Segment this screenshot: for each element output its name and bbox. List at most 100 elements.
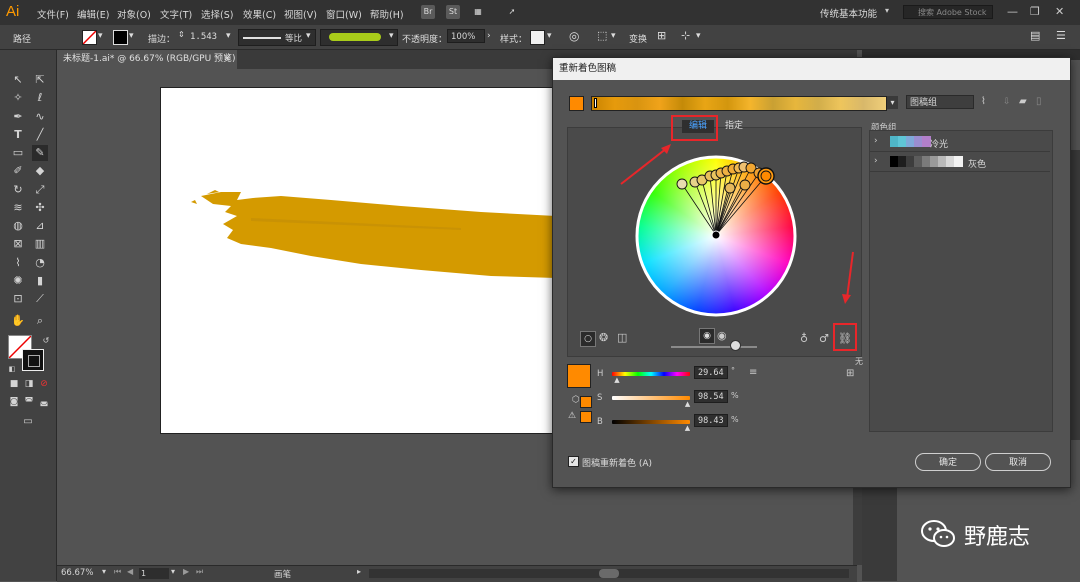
arrange-icon[interactable]: ⊹ [681, 29, 690, 42]
chevron-down-icon[interactable]: ▾ [389, 31, 394, 41]
tab-assign[interactable]: 指定 [718, 120, 750, 133]
hue-slider-thumb[interactable]: ▲ [614, 376, 619, 384]
curvature-tool-icon[interactable]: ∿ [32, 109, 48, 125]
mesh-tool-icon[interactable]: ⊠ [10, 236, 26, 252]
direct-selection-tool-icon[interactable]: ⇱ [32, 72, 48, 88]
brightness-value-field[interactable]: 98.43 [694, 414, 728, 427]
show-saturation-icon[interactable]: ◉ [699, 328, 715, 344]
paintbrush-tool-icon[interactable]: ✎ [32, 145, 48, 161]
arrange-documents-icon[interactable]: ▦ [471, 5, 485, 19]
perspective-grid-tool-icon[interactable]: ⊿ [32, 218, 48, 234]
bridge-icon[interactable]: Br [421, 5, 435, 19]
screen-mode-icon[interactable]: ▭ [20, 414, 36, 430]
stepper-icon[interactable]: ⇕ [178, 30, 185, 39]
magic-wand-tool-icon[interactable]: ✧ [10, 90, 26, 106]
restore-icon[interactable]: ❐ [1030, 5, 1040, 18]
chevron-right-icon[interactable]: › [874, 156, 878, 166]
artboard-tool-icon[interactable]: ⊡ [10, 291, 26, 307]
width-tool-icon[interactable]: ≋ [10, 200, 26, 216]
lasso-tool-icon[interactable]: ℓ [32, 90, 48, 106]
selection-tool-icon[interactable]: ↖ [10, 72, 26, 88]
menu-view[interactable]: 视图(V) [284, 7, 317, 21]
opacity-label[interactable]: 不透明度： [402, 32, 447, 45]
color-mode-menu-icon[interactable]: ⊞ [846, 368, 854, 379]
segmented-wheel-icon[interactable]: ❂ [599, 331, 608, 344]
zoom-level[interactable]: 66.67% [61, 568, 93, 578]
chevron-down-icon[interactable]: ▾ [547, 31, 552, 41]
slider-menu-icon[interactable]: ≡ [749, 367, 757, 378]
base-color-swatch[interactable] [569, 96, 584, 111]
color-mode-icon[interactable]: ■ [6, 376, 22, 392]
horizontal-scrollbar[interactable] [369, 569, 849, 578]
menu-type[interactable]: 文字(T) [160, 7, 192, 21]
menu-select[interactable]: 选择(S) [201, 7, 233, 21]
cancel-button[interactable]: 取消 [985, 453, 1051, 471]
swap-colors-icon[interactable]: ↺ [38, 333, 54, 349]
menu-object[interactable]: 对象(O) [117, 7, 151, 21]
panel-menu-icon[interactable]: ☰ [1056, 29, 1066, 42]
stock-icon[interactable]: St [446, 5, 460, 19]
scale-tool-icon[interactable]: ⤢ [32, 182, 48, 198]
stroke-weight-field[interactable]: 1.543 [190, 32, 217, 42]
recolor-artwork-checkbox[interactable]: ✓ [568, 456, 579, 467]
smooth-wheel-icon[interactable]: ○ [580, 331, 596, 347]
eyedropper-tool-icon[interactable]: ⌇ [10, 255, 26, 271]
transform-link[interactable]: 变换 [629, 32, 647, 45]
stock-search-input[interactable]: 搜索 Adobe Stock [903, 5, 993, 19]
previous-artboard-icon[interactable]: ◀ [127, 567, 133, 576]
last-artboard-icon[interactable]: ⏭ [196, 567, 203, 577]
draw-inside-icon[interactable]: ◛ [36, 394, 52, 410]
chevron-down-icon[interactable]: ▾ [102, 567, 106, 576]
artboard-number-field[interactable]: 1 [139, 568, 169, 579]
column-graph-tool-icon[interactable]: ▮ [32, 273, 48, 289]
brush-definition[interactable] [320, 29, 398, 46]
graphic-style-swatch[interactable] [530, 30, 545, 45]
group-name-field[interactable]: 图稿组 [906, 95, 974, 109]
menu-help[interactable]: 帮助(H) [370, 7, 404, 21]
brush-stroke[interactable] [161, 88, 556, 433]
draw-behind-icon[interactable]: ◚ [21, 394, 37, 410]
stroke-color-box[interactable] [22, 349, 44, 371]
menu-window[interactable]: 窗口(W) [326, 7, 362, 21]
chevron-down-icon[interactable]: ▾ [887, 96, 898, 109]
saturation-slider-thumb[interactable]: ▲ [685, 400, 690, 408]
zoom-tool-icon[interactable]: ⌕ [32, 313, 48, 329]
stroke-swatch[interactable] [113, 30, 128, 45]
recolor-artwork-icon[interactable]: ◎ [569, 29, 579, 43]
hand-tool-icon[interactable]: ✋ [10, 313, 26, 329]
pen-tool-icon[interactable]: ✒ [10, 109, 26, 125]
document-tab[interactable]: 未标题-1.ai* @ 66.67% (RGB/GPU 预览) ✕ [57, 50, 237, 69]
shaper-tool-icon[interactable]: ✐ [10, 163, 26, 179]
minimize-icon[interactable]: — [1007, 5, 1018, 18]
web-safe-swatch[interactable] [580, 396, 592, 408]
isolate-icon[interactable]: ⊞ [657, 29, 666, 42]
opacity-field[interactable]: 100% [447, 29, 485, 43]
color-group-row[interactable]: › 冷光 [870, 133, 1050, 152]
chevron-down-icon[interactable]: ▾ [226, 31, 231, 41]
add-color-tool-icon[interactable]: ♁ [800, 332, 808, 345]
artboard[interactable] [160, 87, 557, 434]
type-tool-icon[interactable]: T [10, 127, 26, 143]
chevron-down-icon[interactable]: ▾ [306, 31, 311, 41]
menu-file[interactable]: 文件(F) [37, 7, 69, 21]
remove-color-tool-icon[interactable]: ♂ [819, 332, 829, 345]
menu-edit[interactable]: 编辑(E) [77, 7, 109, 21]
saturation-slider[interactable] [612, 396, 690, 400]
chevron-down-icon[interactable]: ▾ [885, 6, 889, 15]
shape-builder-tool-icon[interactable]: ◍ [10, 218, 26, 234]
close-icon[interactable]: ✕ [1055, 5, 1064, 18]
document-setup-icon[interactable]: ▤ [1030, 29, 1040, 42]
brightness-slider[interactable] [612, 420, 690, 424]
hue-value-field[interactable]: 29.64 [694, 366, 728, 379]
brightness-slider-thumb[interactable] [730, 340, 741, 351]
brightness-hsb-slider-thumb[interactable]: ▲ [685, 424, 690, 432]
gamut-swatch[interactable] [580, 411, 592, 423]
save-group-icon[interactable]: ⇩ [1003, 97, 1011, 107]
rotate-tool-icon[interactable]: ↻ [10, 182, 26, 198]
saturation-value-field[interactable]: 98.54 [694, 390, 728, 403]
line-tool-icon[interactable]: ╱ [32, 127, 48, 143]
gradient-mode-icon[interactable]: ◨ [21, 376, 37, 392]
fill-swatch[interactable] [82, 30, 97, 45]
eyedropper-icon[interactable]: ⌇ [981, 96, 986, 107]
chevron-right-icon[interactable]: ▸ [357, 567, 361, 576]
